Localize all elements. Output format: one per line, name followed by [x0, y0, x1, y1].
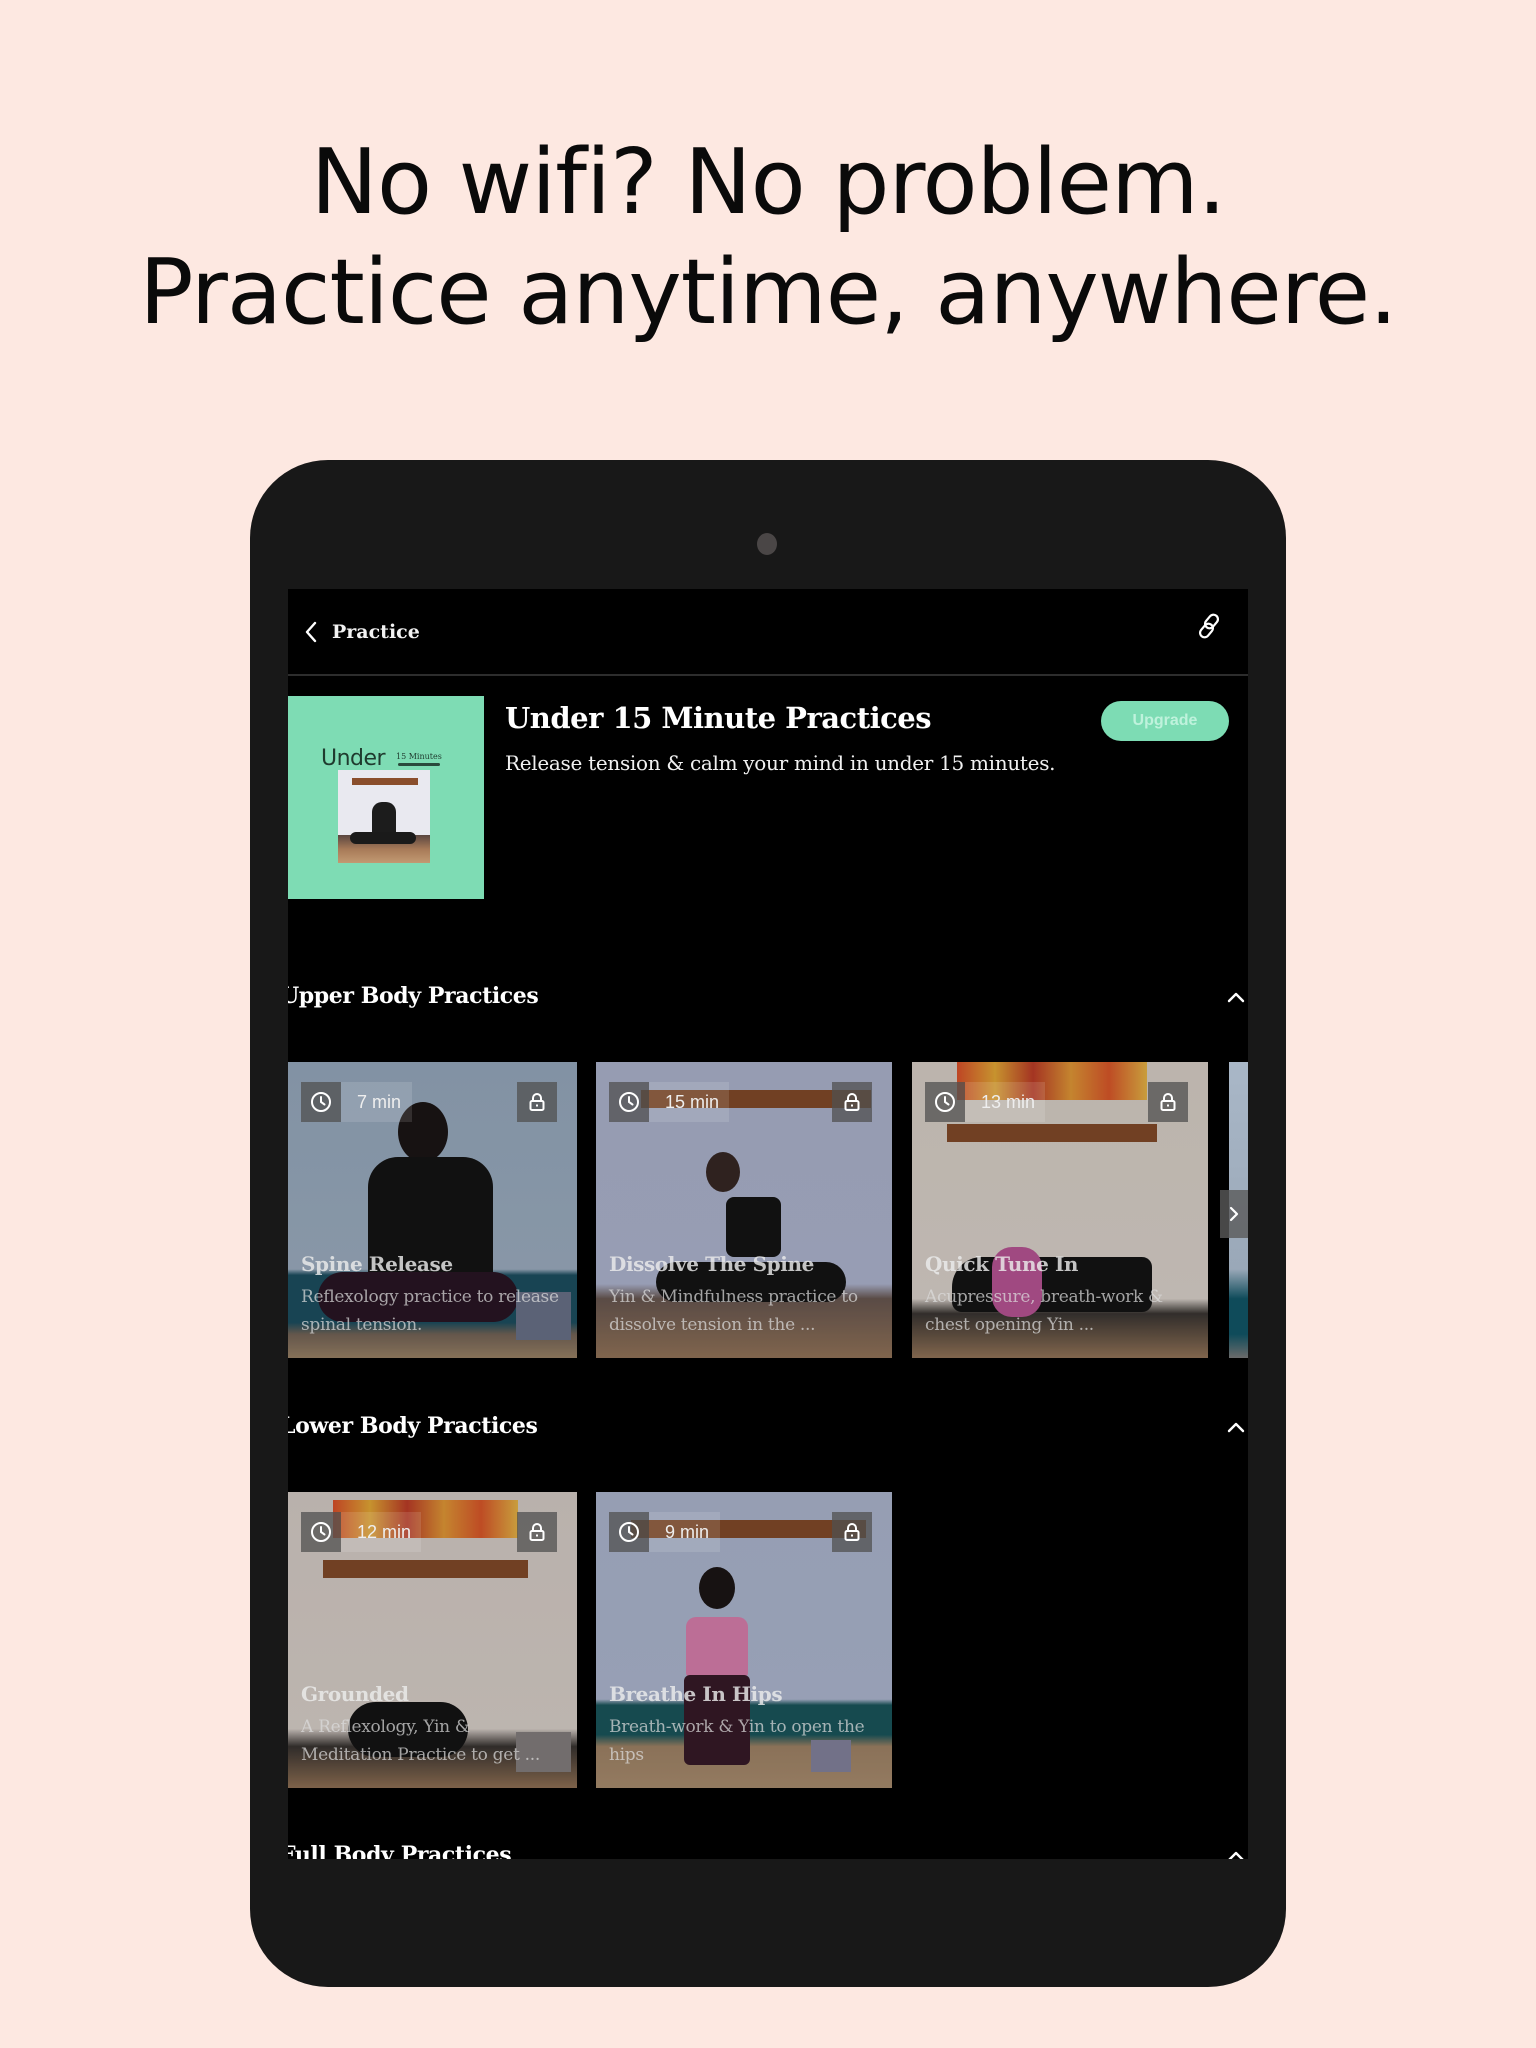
duration-badge: 7 min — [301, 1082, 412, 1122]
clock-icon — [619, 1522, 639, 1542]
card-description: Breath-work & Yin to open the hips — [609, 1717, 865, 1765]
link-icon — [1198, 613, 1220, 639]
lock-icon — [844, 1523, 860, 1541]
duration-label: 12 min — [341, 1512, 422, 1552]
top-nav-bar: Practice — [288, 589, 1248, 676]
cover-title-small: 15 Minutes — [396, 752, 442, 761]
practice-card[interactable]: 13 min Quick Tune In Acupressure, breath… — [912, 1062, 1208, 1358]
headline-line-1: No wifi? No problem. — [310, 130, 1227, 235]
share-link-button[interactable] — [1194, 611, 1224, 641]
front-camera — [757, 533, 777, 555]
lock-icon — [529, 1093, 545, 1111]
practice-card[interactable]: 12 min Grounded A Reflexology, Yin & Med… — [288, 1492, 577, 1788]
card-description: Acupressure, breath-work & chest opening… — [925, 1287, 1163, 1335]
lock-icon — [844, 1093, 860, 1111]
clock-icon — [619, 1092, 639, 1112]
duration-label: 7 min — [341, 1082, 412, 1122]
app-screen: Practice Under 15 Minutes Under 15 Minut… — [288, 589, 1248, 1859]
collection-description: Release tension & calm your mind in unde… — [505, 751, 1056, 775]
locked-badge — [517, 1512, 557, 1552]
section-title: Lower Body Practices — [288, 1413, 538, 1439]
duration-label: 9 min — [649, 1512, 720, 1552]
clock-icon — [311, 1092, 331, 1112]
card-title: Dissolve The Spine — [609, 1252, 814, 1276]
cover-underline — [398, 763, 440, 766]
duration-label: 13 min — [965, 1082, 1046, 1122]
card-title: Grounded — [301, 1682, 409, 1706]
card-description: Reflexology practice to release spinal t… — [301, 1287, 559, 1335]
section-title: Upper Body Practices — [288, 983, 539, 1009]
photo-figure-legs — [350, 832, 416, 844]
chevron-up-icon[interactable] — [1224, 1844, 1248, 1859]
cover-photo — [338, 770, 430, 863]
tablet-device-frame: Practice Under 15 Minutes Under 15 Minut… — [250, 460, 1286, 1987]
locked-badge — [832, 1512, 872, 1552]
duration-label: 15 min — [649, 1082, 730, 1122]
card-description: Yin & Mindfulness practice to dissolve t… — [609, 1287, 858, 1335]
section-title: Full Body Practices — [288, 1842, 512, 1859]
practice-card[interactable]: 9 min Breathe In Hips Breath-work & Yin … — [596, 1492, 892, 1788]
practice-card[interactable]: 7 min Spine Release Reflexology practice… — [288, 1062, 577, 1358]
clock-icon — [311, 1522, 331, 1542]
duration-badge: 13 min — [925, 1082, 1046, 1122]
back-button[interactable]: Practice — [304, 613, 420, 651]
locked-badge — [832, 1082, 872, 1122]
card-title: Quick Tune In — [925, 1252, 1079, 1276]
back-label: Practice — [332, 621, 420, 643]
card-title: Spine Release — [301, 1252, 453, 1276]
section-header-lower-body[interactable]: Lower Body Practices — [288, 1409, 1248, 1449]
duration-badge: 12 min — [301, 1512, 422, 1552]
photo-shelf — [352, 778, 418, 785]
locked-badge — [1148, 1082, 1188, 1122]
section-header-full-body[interactable]: Full Body Practices — [288, 1838, 1248, 1859]
carousel-next-button[interactable] — [1220, 1190, 1248, 1238]
collection-cover-image: Under 15 Minutes — [288, 696, 484, 899]
card-title: Breathe In Hips — [609, 1682, 783, 1706]
chevron-left-icon — [305, 621, 317, 643]
chevron-right-icon — [1229, 1206, 1239, 1222]
practice-card[interactable]: 15 min Dissolve The Spine Yin & Mindfuln… — [596, 1062, 892, 1358]
collection-header: Under 15 Minutes Under 15 Minute Practic… — [288, 696, 1248, 901]
locked-badge — [517, 1082, 557, 1122]
cover-title-large: Under — [321, 746, 386, 771]
upgrade-button[interactable]: Upgrade — [1101, 701, 1229, 741]
duration-badge: 15 min — [609, 1082, 730, 1122]
lock-icon — [1160, 1093, 1176, 1111]
chevron-up-icon[interactable] — [1224, 1415, 1248, 1439]
section-header-upper-body[interactable]: Upper Body Practices — [288, 979, 1248, 1019]
photo-figure — [372, 802, 396, 836]
lock-icon — [529, 1523, 545, 1541]
clock-icon — [935, 1092, 955, 1112]
lower-body-carousel: 12 min Grounded A Reflexology, Yin & Med… — [288, 1492, 1248, 1788]
collection-title: Under 15 Minute Practices — [505, 701, 932, 735]
card-description: A Reflexology, Yin & Meditation Practice… — [301, 1717, 540, 1765]
marketing-headline: No wifi? No problem. Practice anytime, a… — [0, 128, 1536, 348]
duration-badge: 9 min — [609, 1512, 720, 1552]
chevron-up-icon[interactable] — [1224, 985, 1248, 1009]
headline-line-2: Practice anytime, anywhere. — [139, 240, 1398, 345]
upper-body-carousel: 7 min Spine Release Reflexology practice… — [288, 1062, 1248, 1358]
